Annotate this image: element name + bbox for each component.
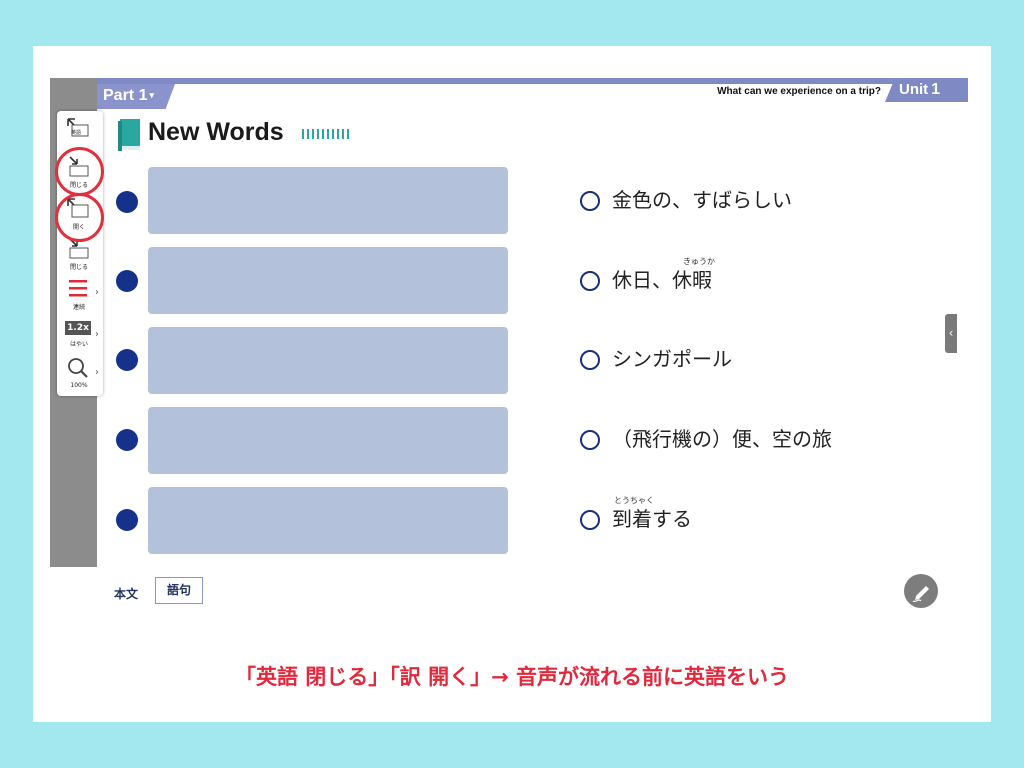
part-selector[interactable]: Part 1 ▾ — [97, 84, 175, 109]
unit-badge: Unit 1 — [885, 78, 968, 102]
menu-icon — [69, 280, 87, 297]
lesson-question: What can we experience on a trip? — [717, 86, 881, 97]
zoom-button[interactable]: › 100% — [61, 355, 101, 393]
pen-tool-button[interactable] — [904, 574, 938, 608]
highlight-ring — [55, 147, 104, 196]
tool-label: 閉じる — [69, 264, 88, 271]
word-meaning: （飛行機の）便、空の旅 — [612, 427, 832, 451]
chevron-right-icon: › — [95, 367, 99, 378]
word-meaning: 金色の、すばらしい — [612, 188, 792, 212]
audio-dot[interactable] — [116, 270, 138, 292]
audio-dot[interactable] — [116, 349, 138, 371]
tab-goku[interactable]: 語句 — [155, 577, 203, 604]
unit-label: Unit — [899, 81, 929, 98]
tab-honbun[interactable]: 本文 — [114, 585, 138, 602]
word-meaning: 到着する — [612, 507, 692, 531]
book-icon — [118, 119, 140, 151]
check-circle[interactable] — [580, 510, 600, 530]
word-meaning: 休日、休暇 — [612, 268, 712, 292]
tool-label: 100% — [70, 382, 88, 389]
check-circle[interactable] — [580, 191, 600, 211]
check-circle[interactable] — [580, 430, 600, 450]
audio-dot[interactable] — [116, 429, 138, 451]
tool-label: 連続 — [72, 304, 85, 311]
highlight-ring — [55, 193, 104, 242]
unit-number: 1 — [931, 81, 941, 98]
word-meaning: シンガポール — [612, 347, 732, 371]
english-word-box[interactable] — [148, 327, 508, 394]
tool-label: はやい — [69, 341, 88, 348]
tool-label: 英語 — [70, 130, 81, 136]
speed-icon: 1.2x — [65, 321, 91, 335]
page-title: New Words — [148, 118, 284, 146]
audio-dot[interactable] — [116, 509, 138, 531]
english-word-box[interactable] — [148, 167, 508, 234]
chevron-down-icon: ▾ — [149, 90, 154, 100]
speed-button[interactable]: 1.2x › はやい — [61, 317, 101, 355]
header-bar — [97, 78, 968, 84]
continuous-play-button[interactable]: › 連続 — [61, 275, 101, 313]
english-word-box[interactable] — [148, 247, 508, 314]
instruction-caption: 「英語 閉じる」「訳 開く」→ 音声が流れる前に英語をいう — [234, 665, 790, 689]
title-decoration — [302, 129, 350, 139]
zoom-icon — [68, 358, 88, 378]
part-label: Part 1 — [103, 87, 148, 104]
collapse-panel-button[interactable]: ‹ — [945, 314, 957, 353]
pen-icon — [912, 586, 929, 603]
chevron-right-icon: › — [95, 287, 99, 298]
check-circle[interactable] — [580, 271, 600, 291]
check-circle[interactable] — [580, 350, 600, 370]
english-word-box[interactable] — [148, 407, 508, 474]
audio-dot[interactable] — [116, 191, 138, 213]
english-word-box[interactable] — [148, 487, 508, 554]
